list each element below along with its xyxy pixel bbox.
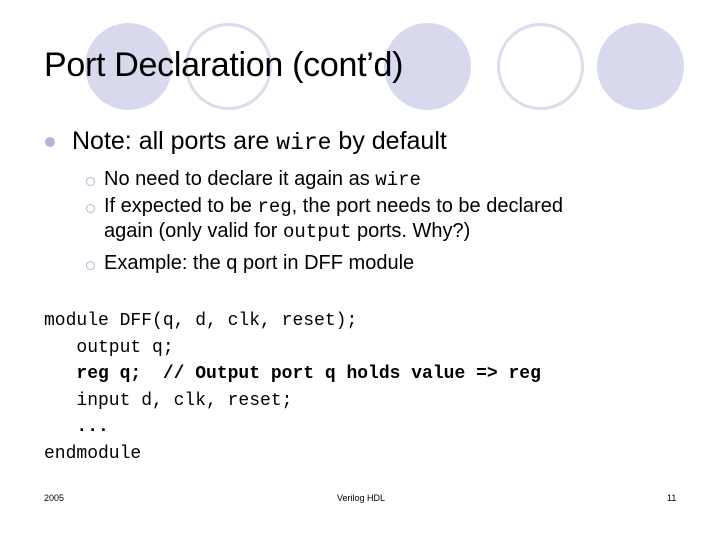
sub-bullet-text: Example: the q port in DFF module [104,252,415,274]
sub-bullet: Example: the q port in DFF module [104,251,414,275]
sub-bullet-icon [86,177,95,186]
code-line: output q; [44,337,174,358]
code-inline: wire [276,130,332,156]
decorative-circle-filled [597,23,684,110]
sub-bullet-text: If expected to be [104,195,258,217]
sub-bullet-icon [86,261,95,270]
footer-title: Verilog HDL [337,493,386,503]
main-bullet: Note: all ports are wire by default [72,127,447,156]
slide-title: Port Declaration (cont’d) [44,46,404,84]
sub-bullet-text: , the port needs to be declared [291,195,563,217]
sub-bullet-text: No need to declare it again as [104,168,376,190]
sub-bullet-text: again (only valid for [104,220,283,242]
code-line: input d, clk, reset; [44,390,293,411]
code-line-bold: ... [44,417,109,437]
bullet-text: Note: all ports are [72,127,277,155]
sub-bullet: No need to declare it again as wire [104,167,421,192]
code-block: module DFF(q, d, clk, reset); output q; … [44,308,541,467]
code-line-bold: reg q; // Output port q holds value => r… [44,364,541,384]
sub-bullet-icon [86,204,95,213]
page-number: 11 [667,493,677,503]
sub-bullet-text: ports. Why?) [351,220,471,242]
decorative-circle-outline [497,23,584,110]
code-inline: output [282,221,352,243]
footer-year: 2005 [44,493,65,503]
bullet-text: by default [331,127,447,155]
sub-bullet: If expected to be reg, the port needs to… [104,194,563,244]
bullet-icon [45,137,55,147]
code-inline: wire [375,169,421,191]
code-line: endmodule [44,443,142,464]
code-inline: reg [257,196,292,218]
code-line: module DFF(q, d, clk, reset); [44,311,358,331]
